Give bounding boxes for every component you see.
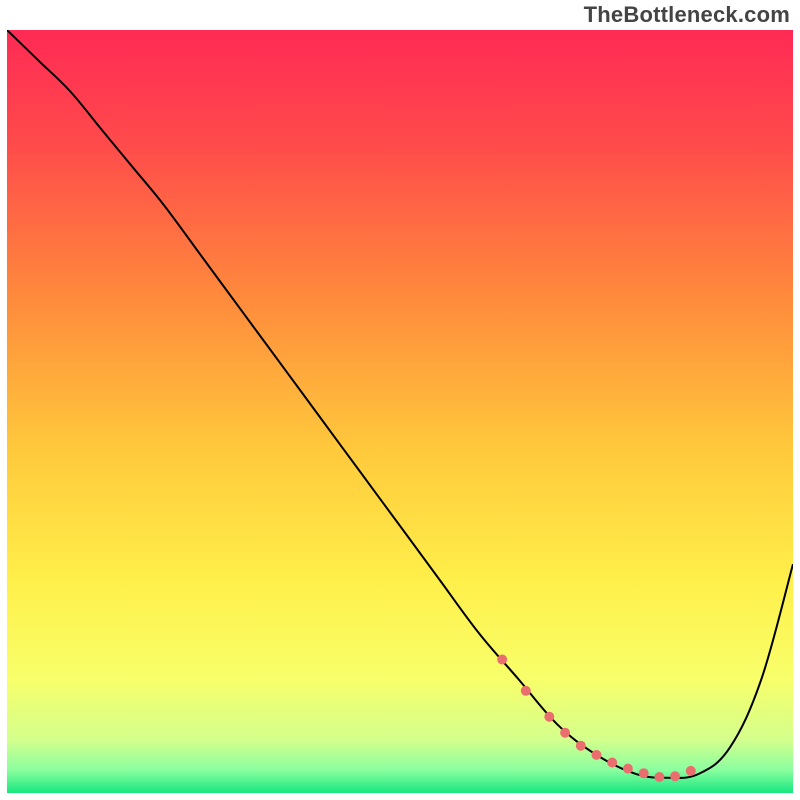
watermark-text: TheBottleneck.com xyxy=(584,2,790,28)
plot-area xyxy=(7,30,793,793)
highlight-dot xyxy=(686,766,696,776)
highlight-dot xyxy=(654,772,664,782)
highlight-dot xyxy=(670,771,680,781)
background-gradient xyxy=(7,30,793,793)
highlight-dot xyxy=(560,728,570,738)
highlight-dot xyxy=(521,686,531,696)
highlight-dot xyxy=(639,768,649,778)
chart-svg xyxy=(7,30,793,793)
highlight-dot xyxy=(576,741,586,751)
highlight-dot xyxy=(607,758,617,768)
highlight-dot xyxy=(623,764,633,774)
highlight-dot xyxy=(592,750,602,760)
chart-container: TheBottleneck.com xyxy=(0,0,800,800)
highlight-dot xyxy=(497,655,507,665)
highlight-dot xyxy=(544,712,554,722)
